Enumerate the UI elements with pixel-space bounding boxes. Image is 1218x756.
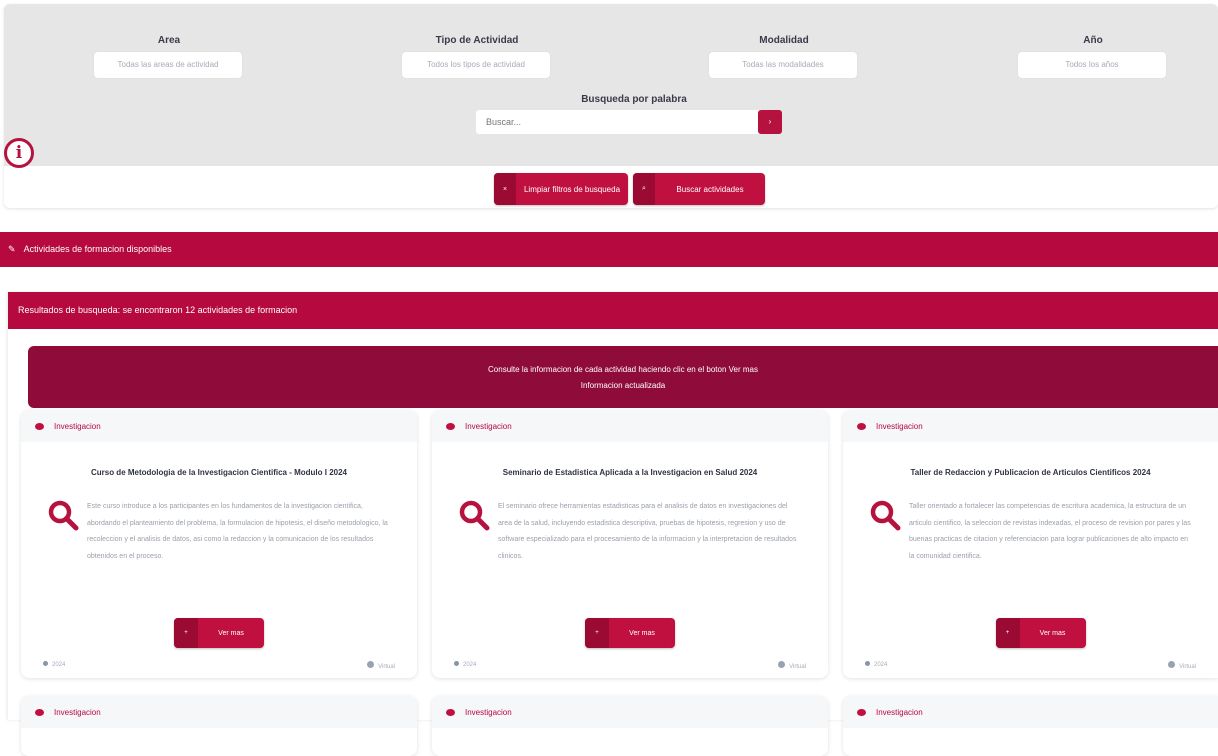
modality-select[interactable]: Todas las modalidades	[709, 52, 857, 78]
search-input[interactable]	[476, 110, 762, 134]
section-banner: ✎ Actividades de formacion disponibles	[0, 232, 1218, 267]
close-icon: ×	[494, 173, 516, 205]
card-body: El seminario ofrece herramientas estadis…	[432, 499, 828, 565]
card-category: Investigacion	[465, 421, 512, 431]
card-header: Investigacion	[432, 696, 828, 728]
activity-card: Investigacion	[843, 696, 1218, 756]
card-footer: 2024 Virtual	[432, 661, 828, 670]
view-more-label: Ver mas	[218, 629, 244, 637]
plus-icon: +	[995, 618, 1020, 648]
filter-label-type: Tipo de Actividad	[435, 35, 519, 46]
category-dot-icon	[35, 422, 44, 430]
plus-icon: +	[585, 618, 609, 648]
calendar-icon	[865, 661, 870, 666]
card-category: Investigacion	[54, 707, 101, 717]
area-select[interactable]: Todas las areas de actividad	[94, 52, 242, 78]
activity-card: Investigacion Taller de Redaccion y Publ…	[843, 410, 1218, 678]
category-dot-icon	[857, 422, 866, 430]
view-more-label: Ver mas	[1039, 629, 1066, 637]
card-modality: Virtual	[367, 661, 395, 670]
card-footer: 2024 Virtual	[843, 661, 1218, 670]
card-modality: Virtual	[778, 661, 806, 670]
search-label: Busqueda por palabra	[581, 94, 687, 105]
card-header: Investigacion	[843, 410, 1218, 442]
card-year: 2024	[454, 661, 476, 670]
info-icon[interactable]: i	[4, 138, 34, 168]
search-activities-label: Buscar actividades	[676, 184, 744, 194]
year-select[interactable]: Todos los años	[1018, 52, 1166, 78]
clear-filters-button[interactable]: × Limpiar filtros de busqueda	[494, 173, 628, 205]
type-select[interactable]: Todos los tipos de actividad	[402, 52, 550, 78]
card-description: Taller orientado a fortalecer las compet…	[909, 503, 1191, 560]
card-year: 2024	[865, 661, 887, 670]
results-notice: Consulte la informacion de cada activida…	[28, 346, 1218, 408]
filter-label-area: Area	[157, 35, 181, 46]
globe-icon	[1168, 661, 1176, 668]
card-category: Investigacion	[876, 421, 923, 431]
card-header: Investigacion	[432, 410, 828, 442]
pencil-icon: ✎	[8, 244, 16, 254]
card-description: El seminario ofrece herramientas estadis…	[498, 503, 797, 560]
activity-card: Investigacion Curso de Metodologia de la…	[21, 410, 417, 678]
filter-area-group: Area Todas las areas de actividad	[94, 34, 244, 78]
activity-card: Investigacion Seminario de Estadistica A…	[432, 410, 828, 678]
section-banner-text: Actividades de formacion disponibles	[23, 244, 172, 254]
plus-icon: +	[174, 618, 198, 648]
view-more-button[interactable]: + Ver mas	[585, 618, 675, 648]
card-category: Investigacion	[465, 707, 512, 717]
search-icon	[47, 499, 87, 565]
card-header: Investigacion	[21, 696, 417, 728]
results-notice-line1: Consulte la informacion de cada activida…	[488, 365, 758, 374]
filter-label-year: Año	[1083, 35, 1103, 46]
view-more-button[interactable]: + Ver mas	[174, 618, 264, 648]
results-header: Resultados de busqueda: se encontraron 1…	[8, 292, 1218, 329]
globe-icon	[778, 661, 786, 668]
results-notice-line2: Informacion actualizada	[580, 381, 666, 390]
view-more-label: Ver mas	[629, 629, 655, 637]
card-category: Investigacion	[876, 707, 923, 717]
card-body: Taller orientado a fortalecer las compet…	[843, 499, 1218, 565]
card-title: Curso de Metodologia de la Investigacion…	[90, 468, 348, 477]
globe-icon	[367, 661, 375, 668]
search-icon	[869, 499, 909, 565]
card-footer: 2024 Virtual	[21, 661, 417, 670]
card-title: Seminario de Estadistica Aplicada a la I…	[502, 468, 758, 477]
calendar-icon	[43, 661, 48, 666]
card-description: Este curso introduce a los participantes…	[87, 503, 388, 560]
category-dot-icon	[446, 422, 455, 430]
card-header: Investigacion	[21, 410, 417, 442]
activity-card: Investigacion	[21, 696, 417, 756]
search-button[interactable]: ›	[758, 110, 782, 134]
category-dot-icon	[446, 708, 455, 716]
filter-panel: Area Todas las areas de actividad Tipo d…	[4, 4, 1218, 208]
card-body: Este curso introduce a los participantes…	[21, 499, 417, 565]
category-dot-icon	[35, 708, 44, 716]
card-title: Taller de Redaccion y Publicacion de Art…	[910, 468, 1151, 477]
category-dot-icon	[857, 708, 866, 716]
card-year: 2024	[43, 661, 65, 670]
calendar-icon	[454, 661, 459, 666]
filter-type-group: Tipo de Actividad Todos los tipos de act…	[402, 34, 552, 78]
card-category: Investigacion	[54, 421, 101, 431]
card-header: Investigacion	[843, 696, 1218, 728]
filter-modality-group: Modalidad Todas las modalidades	[709, 34, 859, 78]
activity-card: Investigacion	[432, 696, 828, 756]
filter-label-modality: Modalidad	[759, 35, 809, 46]
search-icon: ⌕	[633, 173, 655, 205]
filter-year-group: Año Todos los años	[1018, 34, 1168, 78]
filter-area	[4, 4, 1218, 166]
search-icon	[458, 499, 498, 565]
card-modality: Virtual	[1168, 661, 1196, 670]
clear-filters-label: Limpiar filtros de busqueda	[523, 184, 621, 194]
search-activities-button[interactable]: ⌕ Buscar actividades	[633, 173, 765, 205]
view-more-button[interactable]: + Ver mas	[995, 618, 1086, 648]
